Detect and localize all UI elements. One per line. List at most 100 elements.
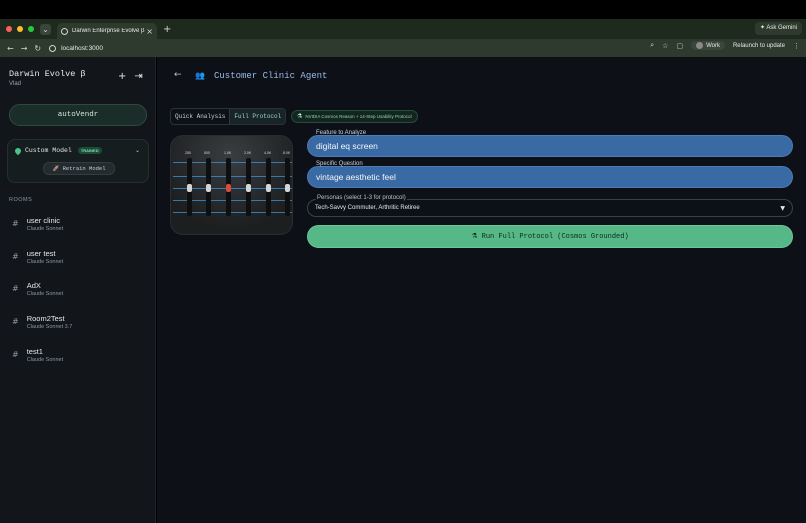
room-name: user clinic [26,216,61,225]
hash-icon: # [12,219,19,228]
bookmark-star-icon[interactable]: ☆ [662,42,668,50]
room-item[interactable]: # test1 Claude Sonnet [12,347,63,363]
url-text: localhost:3000 [61,44,104,52]
rooms-heading: ROOMS [9,197,33,203]
room-name: Room2Test [26,314,65,323]
feature-value: digital eq screen [316,141,378,151]
close-window-button[interactable] [6,26,12,32]
eq-slider-knob-selected [226,184,231,192]
screen-top-bar [0,0,806,19]
relaunch-button[interactable]: Relaunch to update [733,43,785,49]
question-field[interactable]: Specific Question vintage aesthetic feel [307,161,793,188]
eq-frequency-label: 250 [185,151,191,155]
maximize-window-button[interactable] [28,26,34,32]
hash-icon: # [12,284,19,293]
browser-tab[interactable]: Darwin Enterprise Evolve β × [57,23,157,39]
profile-button[interactable]: Work [691,41,725,50]
eq-slider-knob [285,184,290,192]
ask-gemini-label: Ask Gemini [766,25,797,31]
tab-search-chevron-icon[interactable]: ⌄ [40,23,51,35]
people-icon: 👥 [195,71,205,80]
dropdown-caret-icon[interactable]: ▼ [780,205,785,212]
eq-slider-knob [246,184,251,192]
model-name: Custom Model [25,147,72,154]
protocol-badge: ⚗ NVIDIA Cosmos Reason + 14-Step Usabili… [291,110,418,123]
eq-slider-knob [206,184,211,192]
rocket-icon: 🚀 [52,166,60,172]
protocol-badge-label: NVIDIA Cosmos Reason + 14-Step Usability… [305,114,412,119]
address-bar[interactable]: localhost:3000 [49,44,104,52]
eq-frequency-label: 4.0K [264,151,272,155]
browser-toolbar: ← → ↻ localhost:3000 ⌕ ☆ ▢ Work Relaunch… [0,39,806,57]
eq-screen-image: 250 500 1.0K 2.0K 4.0K 8.0K [170,135,293,235]
room-name: AdX [26,281,41,290]
brand-title: Darwin Evolve β [9,69,86,79]
flask-icon: ⚗ [297,113,303,120]
retrain-label: Retrain Model [62,165,106,172]
extensions-icon[interactable]: ▢ [676,42,683,50]
add-room-icon[interactable]: + [118,71,126,82]
ask-gemini-button[interactable]: ✦ Ask Gemini [754,22,802,35]
tab-close-icon[interactable]: × [146,27,153,36]
personas-label: Personas (select 1-3 for protocol) [316,195,407,201]
forward-arrow-icon[interactable]: → [21,44,28,53]
run-protocol-button[interactable]: ⚗ Run Full Protocol (Cosmos Grounded) [307,225,793,248]
room-model: Claude Sonnet [26,226,64,232]
reload-icon[interactable]: ↻ [34,44,41,53]
personas-value: Tech-Savvy Commuter, Arthritic Retiree [315,205,420,211]
room-name: test1 [26,347,43,356]
more-menu-icon[interactable]: ⋮ [793,42,800,50]
retrain-model-button[interactable]: 🚀 Retrain Model [43,162,115,175]
eq-frequency-label: 1.0K [224,151,232,155]
model-header[interactable]: Custom Model TRAINED [13,146,102,155]
location-pin-icon [13,146,23,155]
main-panel: ← 👥 Customer Clinic Agent Quick Analysis… [157,57,806,523]
new-tab-button[interactable]: + [163,24,171,35]
sidebar-actions: + ⇥ [118,71,143,82]
question-value: vintage aesthetic feel [316,172,396,182]
mode-toggle: Quick Analysis Full Protocol [170,108,287,125]
room-item[interactable]: # user clinic Claude Sonnet [12,216,63,232]
hash-icon: # [12,350,19,359]
autovendr-button[interactable]: autoVendr [9,104,147,126]
hash-icon: # [12,317,19,326]
sidebar: Darwin Evolve β Vlad + ⇥ autoVendr Custo… [0,57,156,523]
question-label: Specific Question [316,161,363,167]
tab-quick-analysis[interactable]: Quick Analysis [171,109,229,124]
eq-frequency-label: 8.0K [283,151,291,155]
tab-title: Darwin Enterprise Evolve β [72,28,145,34]
room-model: Claude Sonnet [26,357,64,363]
room-model: Claude Sonnet [26,291,64,297]
tab-full-protocol[interactable]: Full Protocol [229,109,286,124]
feature-label: Feature to Analyze [316,130,367,136]
hash-icon: # [12,252,19,261]
profile-label: Work [706,42,720,49]
eq-frequency-label: 500 [204,151,210,155]
room-item[interactable]: # AdX Claude Sonnet [12,281,63,297]
run-button-label: Run Full Protocol (Cosmos Grounded) [481,233,629,241]
browser-tab-bar: ⌄ Darwin Enterprise Evolve β × + ✦ Ask G… [0,19,806,39]
zoom-icon[interactable]: ⌕ [650,41,654,50]
room-model: Claude Sonnet [26,259,64,265]
eq-slider-knob [266,184,271,192]
room-model: Claude Sonnet 3.7 [26,324,73,330]
minimize-window-button[interactable] [17,26,23,32]
room-item[interactable]: # user test Claude Sonnet [12,249,63,265]
back-arrow-icon[interactable]: ← [174,70,182,80]
logout-icon[interactable]: ⇥ [134,71,142,82]
avatar [696,42,704,49]
personas-select[interactable]: Personas (select 1-3 for protocol) Tech-… [307,195,793,217]
window-controls [6,26,34,32]
chevron-down-icon[interactable]: ⌄ [135,147,140,154]
eq-frequency-label: 2.0K [244,151,252,155]
room-item[interactable]: # Room2Test Claude Sonnet 3.7 [12,314,72,330]
site-info-icon[interactable] [49,44,57,52]
user-name: Vlad [9,81,22,87]
toolbar-right: ⌕ ☆ ▢ Work Relaunch to update ⋮ [650,41,800,50]
back-arrow-icon[interactable]: ← [7,44,14,53]
room-name: user test [26,249,56,258]
eq-slider-knob [187,184,192,192]
feature-field[interactable]: Feature to Analyze digital eq screen [307,130,793,157]
flask-icon: ⚗ [471,232,478,240]
trained-badge: TRAINED [77,147,102,154]
